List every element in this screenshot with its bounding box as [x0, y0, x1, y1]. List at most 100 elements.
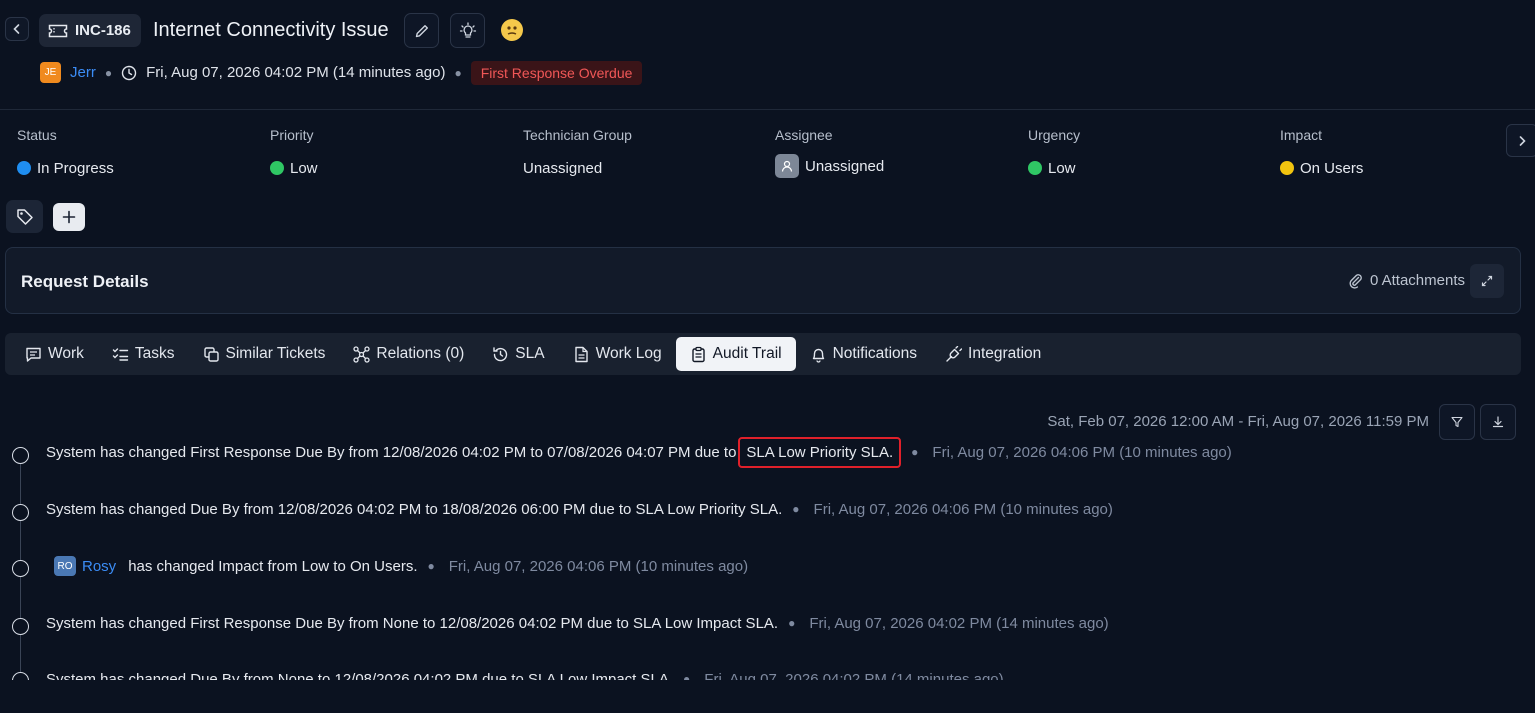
- copy-icon: [203, 346, 219, 362]
- tab-notifications[interactable]: Notifications: [796, 337, 931, 371]
- highlighted-sla-name: SLA Low Priority SLA.: [738, 436, 902, 468]
- date-range-filter[interactable]: Sat, Feb 07, 2026 12:00 AM - Fri, Aug 07…: [1047, 413, 1429, 430]
- tags-button[interactable]: [6, 200, 43, 233]
- ticket-icon: [48, 24, 68, 37]
- audit-entry-time: Fri, Aug 07, 2026 04:06 PM (10 minutes a…: [932, 443, 1232, 461]
- ticket-meta: JE Jerr ● Fri, Aug 07, 2026 04:02 PM (14…: [40, 60, 643, 85]
- request-details-panel[interactable]: Request Details 0 Attachments: [5, 247, 1521, 314]
- bell-icon: [812, 348, 824, 363]
- sentiment-emoji-icon[interactable]: [501, 19, 523, 41]
- audit-entry-time: Fri, Aug 07, 2026 04:06 PM (10 minutes a…: [448, 557, 749, 575]
- urgency-label: Urgency: [1028, 127, 1081, 143]
- separator-dot: ●: [911, 445, 919, 459]
- expand-icon: [1481, 275, 1493, 287]
- tab-label: Relations (0): [376, 345, 465, 362]
- document-icon: [574, 346, 588, 362]
- header-divider: [0, 109, 1535, 110]
- status-dot-icon: [17, 161, 31, 175]
- confused-face-icon: [507, 26, 517, 35]
- filter-icon: [1451, 416, 1463, 428]
- user-link[interactable]: Rosy: [82, 558, 116, 575]
- separator-dot: ●: [454, 65, 462, 80]
- tab-audit-trail[interactable]: Audit Trail: [675, 337, 796, 371]
- tab-similar-tickets[interactable]: Similar Tickets: [189, 337, 340, 371]
- clock-icon: [121, 65, 137, 80]
- audit-entry-text: System has changed First Response Due By…: [46, 443, 737, 461]
- audit-entry: System has changed First Response Due By…: [46, 612, 1109, 634]
- priority-value[interactable]: Low: [270, 158, 318, 178]
- impact-text: On Users: [1300, 159, 1364, 177]
- requester-link[interactable]: Jerr: [70, 64, 96, 81]
- tag-icon: [16, 208, 33, 225]
- tab-label: Notifications: [832, 345, 918, 362]
- tab-label: Audit Trail: [712, 345, 782, 362]
- tab-integration[interactable]: Integration: [931, 337, 1055, 371]
- back-button[interactable]: [5, 17, 29, 41]
- add-tag-button[interactable]: [53, 203, 85, 231]
- tab-tasks[interactable]: Tasks: [98, 337, 189, 371]
- clipboard-icon: [691, 346, 705, 362]
- download-button[interactable]: [1480, 404, 1516, 440]
- network-icon: [353, 345, 371, 363]
- attachments-link[interactable]: 0 Attachments: [1348, 272, 1465, 289]
- tab-work-log[interactable]: Work Log: [559, 337, 676, 371]
- history-icon: [493, 346, 508, 361]
- assignee-text: Unassigned: [805, 157, 885, 175]
- separator-dot: ●: [792, 502, 800, 516]
- assignee-label: Assignee: [775, 127, 833, 143]
- requester-avatar: JE: [40, 62, 61, 83]
- lightbulb-icon: [459, 21, 476, 38]
- chevron-right-icon: [1519, 135, 1526, 146]
- filter-button[interactable]: [1439, 404, 1475, 440]
- tab-bar: Work Tasks Similar Tickets Relations (0)…: [5, 333, 1521, 375]
- tab-work[interactable]: Work: [11, 337, 98, 371]
- urgency-value[interactable]: Low: [1028, 158, 1076, 178]
- audit-entry: System has changed First Response Due By…: [46, 436, 1232, 468]
- created-timestamp: Fri, Aug 07, 2026 04:02 PM (14 minutes a…: [146, 64, 446, 81]
- scroll-clip: [0, 680, 1535, 713]
- suggestion-button[interactable]: [450, 13, 485, 48]
- technician-group-value[interactable]: Unassigned: [523, 158, 602, 178]
- expand-button[interactable]: [1470, 264, 1504, 298]
- message-icon: [26, 347, 41, 362]
- checklist-icon: [112, 347, 129, 361]
- ticket-id: INC-186: [75, 22, 131, 39]
- impact-value[interactable]: On Users: [1280, 158, 1363, 178]
- request-details-title: Request Details: [21, 272, 149, 291]
- audit-entry-text: System has changed First Response Due By…: [46, 614, 779, 632]
- tab-label: Tasks: [134, 345, 175, 362]
- paperclip-icon: [1349, 273, 1362, 289]
- sla-status-badge: First Response Overdue: [470, 60, 643, 85]
- timeline-dot: [12, 560, 29, 577]
- chevron-left-icon: [13, 24, 20, 34]
- tab-relations[interactable]: Relations (0): [339, 337, 478, 371]
- urgency-dot-icon: [1028, 161, 1042, 175]
- tab-label: Integration: [968, 345, 1042, 362]
- edit-button[interactable]: [404, 13, 439, 48]
- tab-label: SLA: [515, 345, 545, 362]
- impact-label: Impact: [1280, 127, 1323, 143]
- timeline-dot: [12, 618, 29, 635]
- pencil-icon: [415, 24, 428, 37]
- separator-dot: ●: [104, 65, 113, 80]
- status-label: Status: [17, 127, 57, 143]
- status-text: In Progress: [37, 159, 114, 177]
- page-title: Internet Connectivity Issue: [153, 19, 389, 41]
- audit-entry-time: Fri, Aug 07, 2026 04:02 PM (14 minutes a…: [809, 614, 1109, 632]
- tab-label: Work Log: [595, 345, 662, 362]
- technician-group-label: Technician Group: [523, 127, 632, 143]
- priority-label: Priority: [270, 127, 314, 143]
- urgency-text: Low: [1048, 159, 1076, 177]
- technician-group-text: Unassigned: [523, 159, 603, 177]
- tab-sla[interactable]: SLA: [478, 337, 558, 371]
- plug-icon: [946, 345, 963, 362]
- plus-icon: [62, 210, 76, 224]
- ticket-id-chip: INC-186: [39, 14, 141, 47]
- download-icon: [1492, 416, 1504, 428]
- fields-scroll-right-button[interactable]: [1506, 124, 1535, 157]
- status-value[interactable]: In Progress: [17, 158, 114, 178]
- assignee-value[interactable]: Unassigned: [775, 154, 885, 178]
- audit-entry: RO Rosy has changed Impact from Low to O…: [54, 555, 748, 577]
- user-avatar-icon: [775, 154, 799, 178]
- impact-dot-icon: [1280, 161, 1294, 175]
